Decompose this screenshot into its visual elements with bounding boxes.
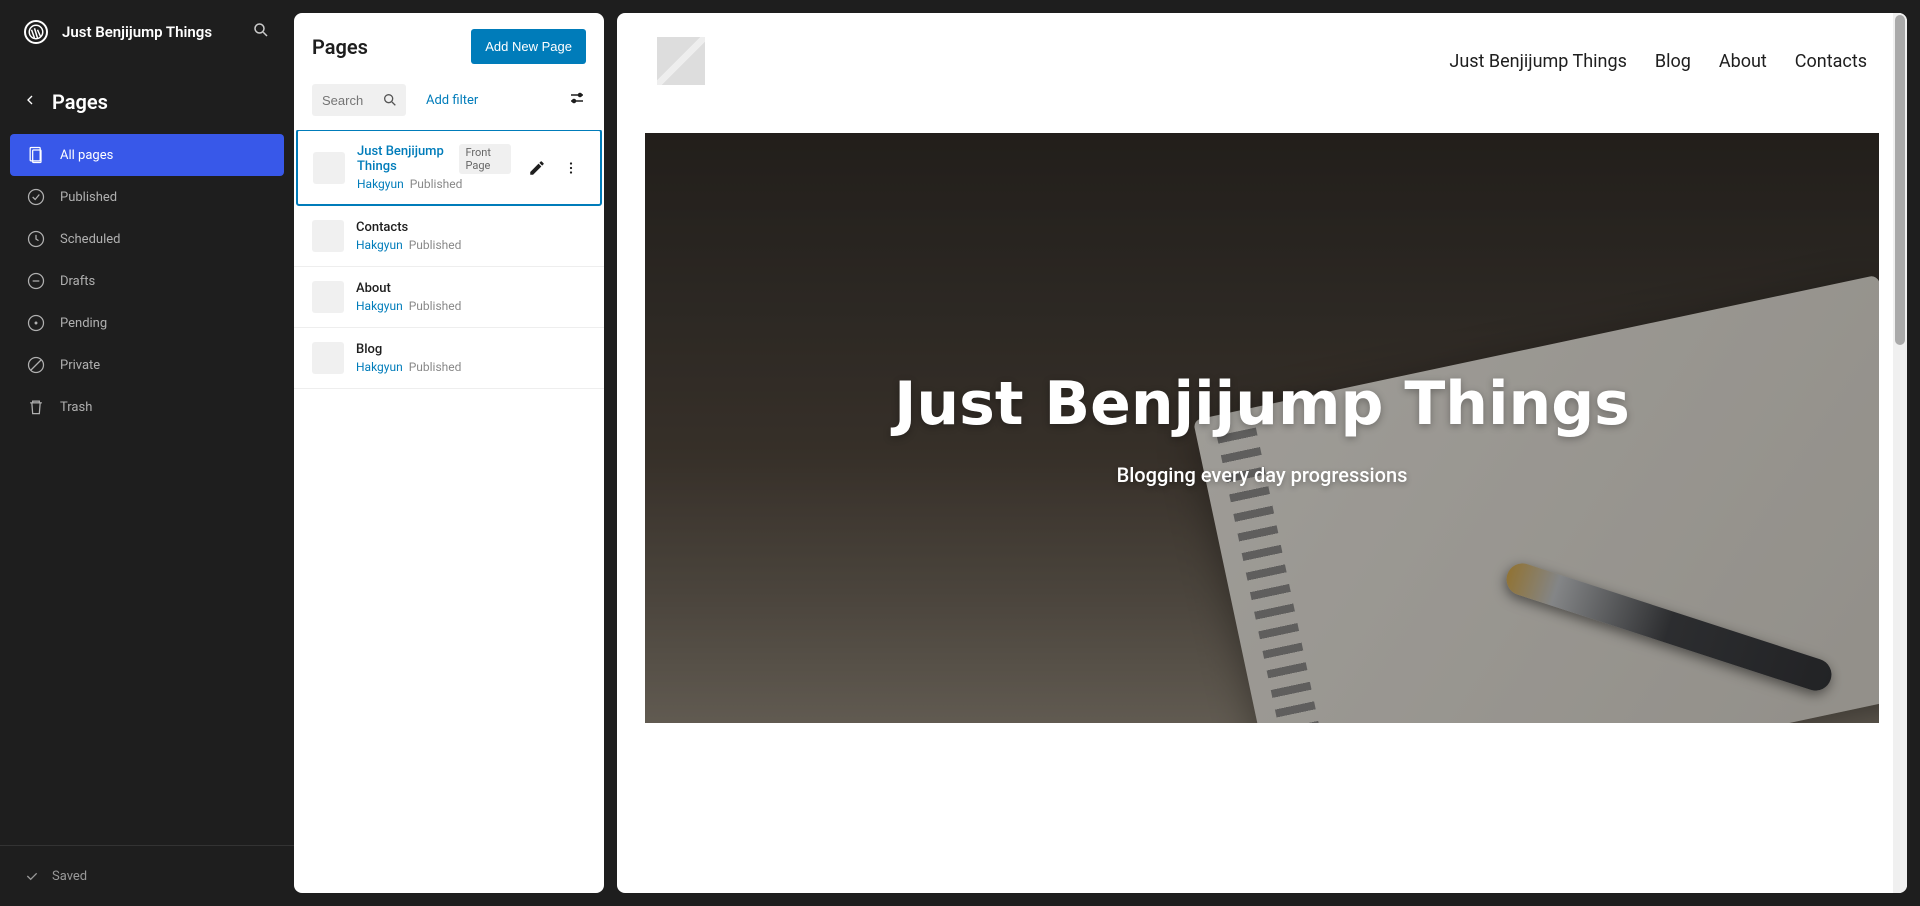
page-list: Just Benjijump Things Front Page Hakgyun… xyxy=(294,130,604,893)
clock-icon xyxy=(26,229,46,249)
page-info: Blog Hakgyun Published xyxy=(356,342,586,374)
pages-filters: Add filter xyxy=(294,80,604,130)
nav-link[interactable]: About xyxy=(1719,51,1767,72)
sidebar-nav: Pages All pages Published Scheduled Draf… xyxy=(0,64,294,428)
view-options-icon[interactable] xyxy=(568,89,586,111)
nav-item-label: Pending xyxy=(60,316,107,331)
hero-subtitle[interactable]: Blogging every day progressions xyxy=(1117,463,1408,487)
page-info: About Hakgyun Published xyxy=(356,281,586,313)
search-icon[interactable] xyxy=(252,21,270,43)
site-title[interactable]: Just Benjijump Things xyxy=(62,23,238,41)
scrollbar[interactable] xyxy=(1893,13,1907,893)
search-input[interactable] xyxy=(320,87,382,114)
nav-title: Pages xyxy=(52,90,108,114)
check-circle-icon xyxy=(26,187,46,207)
page-status: Published xyxy=(410,177,463,191)
nav-item-label: Private xyxy=(60,358,100,373)
page-author: Hakgyun xyxy=(356,238,403,252)
nav-item-label: Drafts xyxy=(60,274,95,289)
page-title: Blog xyxy=(356,342,382,357)
nav-item-scheduled[interactable]: Scheduled xyxy=(10,218,284,260)
nav-item-label: Trash xyxy=(60,400,92,415)
page-thumbnail xyxy=(312,281,344,313)
check-icon xyxy=(24,868,40,884)
sidebar-header: Just Benjijump Things xyxy=(0,0,294,64)
page-status: Published xyxy=(409,299,462,313)
hero-section[interactable]: Just Benjijump Things Blogging every day… xyxy=(645,133,1879,723)
add-filter-link[interactable]: Add filter xyxy=(426,93,478,108)
page-info: Contacts Hakgyun Published xyxy=(356,220,586,252)
page-author: Hakgyun xyxy=(357,177,404,191)
nav-item-label: Published xyxy=(60,190,117,205)
nav-item-trash[interactable]: Trash xyxy=(10,386,284,428)
more-options-icon[interactable] xyxy=(557,154,585,182)
page-author: Hakgyun xyxy=(356,360,403,374)
nav-item-label: All pages xyxy=(60,148,113,163)
page-thumbnail xyxy=(312,220,344,252)
page-preview[interactable]: Just Benjijump Things Blog About Contact… xyxy=(617,13,1907,893)
draft-icon xyxy=(26,271,46,291)
back-icon[interactable] xyxy=(22,92,38,112)
page-status: Published xyxy=(409,360,462,374)
sidebar-footer: Saved xyxy=(0,845,294,906)
page-item[interactable]: Just Benjijump Things Front Page Hakgyun… xyxy=(296,130,602,206)
nav-link[interactable]: Blog xyxy=(1655,51,1691,72)
page-item[interactable]: Contacts Hakgyun Published xyxy=(294,206,604,267)
nav-item-published[interactable]: Published xyxy=(10,176,284,218)
pages-panel: Pages Add New Page Add filter Just Benji… xyxy=(294,13,604,893)
nav-link[interactable]: Just Benjijump Things xyxy=(1449,51,1627,72)
page-item[interactable]: Blog Hakgyun Published xyxy=(294,328,604,389)
pages-panel-header: Pages Add New Page xyxy=(294,13,604,80)
page-thumbnail xyxy=(312,342,344,374)
page-item[interactable]: About Hakgyun Published xyxy=(294,267,604,328)
search-box[interactable] xyxy=(312,84,406,116)
pages-panel-title: Pages xyxy=(312,35,368,59)
page-thumbnail xyxy=(313,152,345,184)
pending-icon xyxy=(26,313,46,333)
nav-item-drafts[interactable]: Drafts xyxy=(10,260,284,302)
nav-item-private[interactable]: Private xyxy=(10,344,284,386)
trash-icon xyxy=(26,397,46,417)
page-title: Just Benjijump Things xyxy=(357,144,453,174)
edit-icon[interactable] xyxy=(523,154,551,182)
nav-link[interactable]: Contacts xyxy=(1795,51,1867,72)
search-icon xyxy=(382,92,398,108)
saved-status: Saved xyxy=(52,869,87,884)
page-author: Hakgyun xyxy=(356,299,403,313)
pages-icon xyxy=(26,145,46,165)
page-title: About xyxy=(356,281,391,296)
nav-item-pending[interactable]: Pending xyxy=(10,302,284,344)
page-info: Just Benjijump Things Front Page Hakgyun… xyxy=(357,144,511,191)
site-logo-placeholder[interactable] xyxy=(657,37,705,85)
page-status: Published xyxy=(409,238,462,252)
preview-site-nav: Just Benjijump Things Blog About Contact… xyxy=(617,13,1907,109)
front-page-badge: Front Page xyxy=(459,144,511,174)
preview-nav-menu: Just Benjijump Things Blog About Contact… xyxy=(1449,51,1867,72)
add-new-page-button[interactable]: Add New Page xyxy=(471,29,586,64)
not-allowed-icon xyxy=(26,355,46,375)
hero-title[interactable]: Just Benjijump Things xyxy=(894,369,1630,439)
nav-header: Pages xyxy=(10,74,284,134)
page-actions xyxy=(523,154,585,182)
nav-item-all-pages[interactable]: All pages xyxy=(10,134,284,176)
scrollbar-thumb[interactable] xyxy=(1895,15,1905,345)
admin-sidebar: Just Benjijump Things Pages All pages Pu… xyxy=(0,0,294,906)
wordpress-logo-icon[interactable] xyxy=(24,20,48,44)
page-title: Contacts xyxy=(356,220,408,235)
nav-item-label: Scheduled xyxy=(60,232,120,247)
